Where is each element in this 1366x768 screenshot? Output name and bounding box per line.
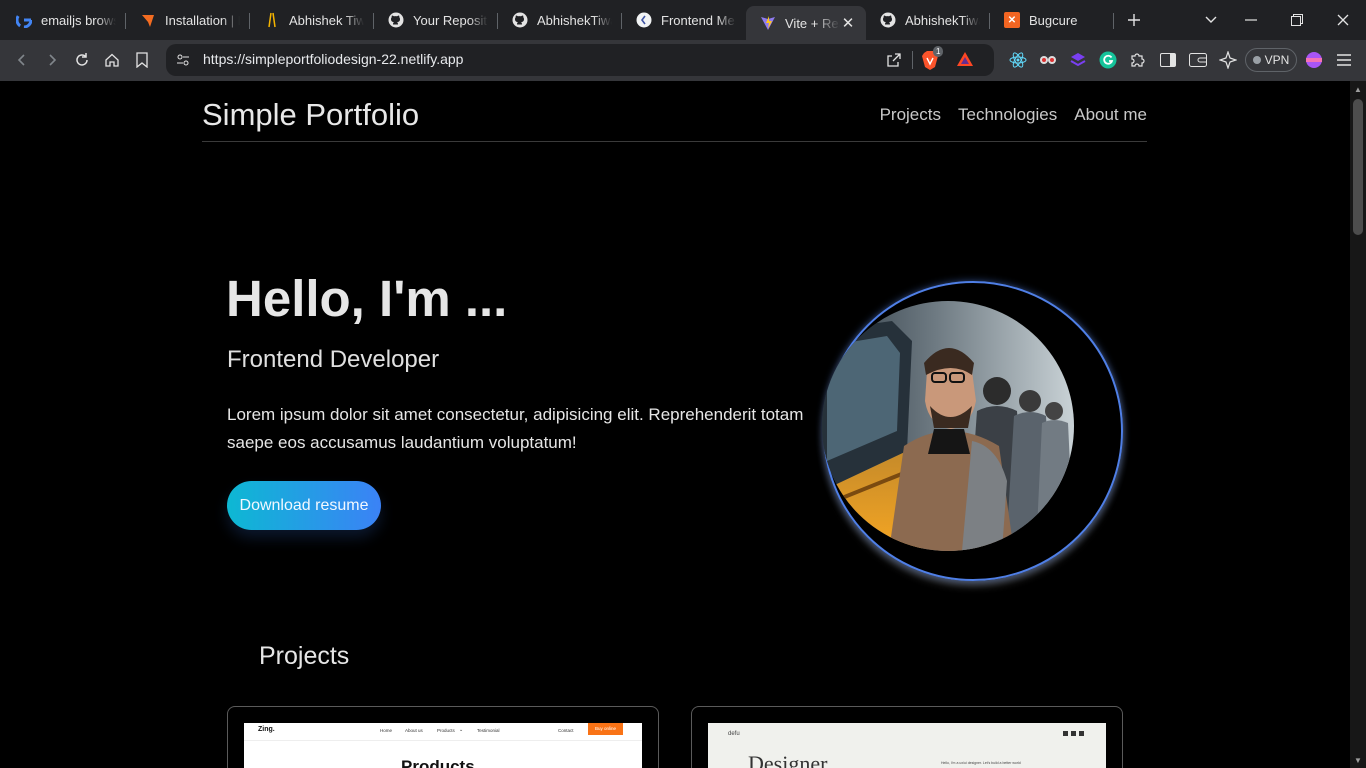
- tab-installation[interactable]: Installation | E: [126, 4, 250, 36]
- tab-strip: emailjs browse Installation | E Abhishek…: [0, 0, 1366, 40]
- tab-bugcure[interactable]: ✕ Bugcure: [990, 4, 1114, 36]
- react-devtools-icon[interactable]: [1008, 50, 1028, 70]
- chevron-down-icon: ⌄: [459, 727, 464, 733]
- nav-link-projects[interactable]: Projects: [880, 105, 941, 125]
- leo-ai-icon[interactable]: [1218, 50, 1238, 70]
- tab-abhishektiwari-github[interactable]: AbhishekTiwari: [498, 4, 622, 36]
- close-tab-icon[interactable]: ✕: [840, 15, 856, 32]
- designer-tagline: Hello, I'm a ux/ui designer. Let's build…: [941, 761, 1021, 765]
- share-icon[interactable]: [886, 52, 902, 68]
- project-preview-zing: Zing. Home About us Products ⌄ Testimoni…: [244, 723, 642, 768]
- extensions-icon[interactable]: [1128, 50, 1148, 70]
- yellow-stroke-icon: [264, 12, 280, 28]
- profile-photo: [822, 301, 1074, 551]
- new-tab-button[interactable]: [1116, 4, 1152, 36]
- minimize-button[interactable]: [1228, 0, 1274, 40]
- close-window-button[interactable]: [1320, 0, 1366, 40]
- toolbar: https://simpleportfoliodesign-22.netlify…: [0, 40, 1366, 113]
- defu-logo: defu: [728, 731, 740, 737]
- nav-link-about-me[interactable]: About me: [1074, 105, 1147, 125]
- vite-icon: [760, 15, 776, 31]
- menu-icon[interactable]: [1334, 50, 1354, 70]
- grammarly-icon[interactable]: [1098, 50, 1118, 70]
- project-preview-designer: defu Designer Hello, I'm a ux/ui designe…: [708, 723, 1106, 768]
- glasses-extension-icon[interactable]: [1038, 50, 1058, 70]
- vpn-button[interactable]: VPN: [1245, 48, 1297, 72]
- hero-role: Frontend Developer: [227, 346, 440, 373]
- brave-badge: 1: [933, 46, 944, 57]
- url-text: https://simpleportfoliodesign-22.netlify…: [203, 51, 464, 67]
- page-scrollbar[interactable]: ▲ ▼: [1350, 81, 1366, 768]
- tab-frontend-mentor[interactable]: Frontend Men: [622, 4, 746, 36]
- scrollbar-thumb[interactable]: [1353, 99, 1363, 235]
- github-icon: [512, 12, 528, 28]
- nav-link-technologies[interactable]: Technologies: [958, 105, 1057, 125]
- restore-button[interactable]: [1274, 0, 1320, 40]
- site-brand[interactable]: Simple Portfolio: [202, 97, 419, 133]
- hero-title: Hello, I'm ...: [226, 270, 508, 327]
- download-resume-button[interactable]: Download resume: [227, 481, 381, 530]
- reload-button[interactable]: [67, 45, 97, 75]
- purple-extension-icon[interactable]: [1068, 50, 1088, 70]
- frontend-mentor-icon: [636, 12, 652, 28]
- profile-avatar-icon[interactable]: [1304, 50, 1324, 70]
- home-button[interactable]: [97, 45, 127, 75]
- github-icon: [388, 12, 404, 28]
- project-card-2[interactable]: defu Designer Hello, I'm a ux/ui designe…: [691, 706, 1123, 768]
- page-viewport: Simple Portfolio Projects Technologies A…: [0, 81, 1350, 768]
- sidebar-icon[interactable]: [1158, 50, 1178, 70]
- hero-description: Lorem ipsum dolor sit amet consectetur, …: [227, 405, 804, 452]
- brave-rewards-icon[interactable]: [956, 51, 976, 69]
- back-button[interactable]: [7, 45, 37, 75]
- zing-heading: Products: [401, 757, 475, 768]
- orange-shape-icon: [140, 12, 156, 28]
- github-icon: [880, 12, 896, 28]
- tab-abhishektiwari-github-2[interactable]: AbhishekTiwar: [866, 4, 990, 36]
- forward-button[interactable]: [37, 45, 67, 75]
- zing-logo: Zing.: [258, 726, 275, 733]
- projects-section-title: Projects: [259, 642, 350, 670]
- bookmark-button[interactable]: [127, 45, 157, 75]
- tab-emailjs[interactable]: emailjs browse: [2, 4, 126, 36]
- site-header: Simple Portfolio Projects Technologies A…: [202, 81, 1147, 142]
- site-nav: Projects Technologies About me: [880, 105, 1147, 125]
- preview-social-icons: [1063, 731, 1087, 737]
- scroll-up-arrow-icon[interactable]: ▲: [1353, 85, 1363, 95]
- tab-abhishek-tiwari[interactable]: Abhishek Tiwa: [250, 4, 374, 36]
- scroll-down-arrow-icon[interactable]: ▼: [1353, 756, 1363, 766]
- tab-your-repositories[interactable]: Your Repositor: [374, 4, 498, 36]
- site-info-icon[interactable]: [175, 52, 191, 68]
- wallet-icon[interactable]: [1188, 50, 1208, 70]
- tab-vite-react[interactable]: Vite + React ✕: [746, 6, 866, 40]
- bugcure-icon: ✕: [1004, 12, 1020, 28]
- google-icon: [16, 12, 32, 28]
- address-bar[interactable]: https://simpleportfoliodesign-22.netlify…: [166, 44, 994, 76]
- vpn-status-icon: [1252, 56, 1261, 64]
- project-card-1[interactable]: Zing. Home About us Products ⌄ Testimoni…: [227, 706, 659, 768]
- designer-heading: Designer: [748, 751, 828, 768]
- zing-buy-button: Buy online: [588, 723, 623, 735]
